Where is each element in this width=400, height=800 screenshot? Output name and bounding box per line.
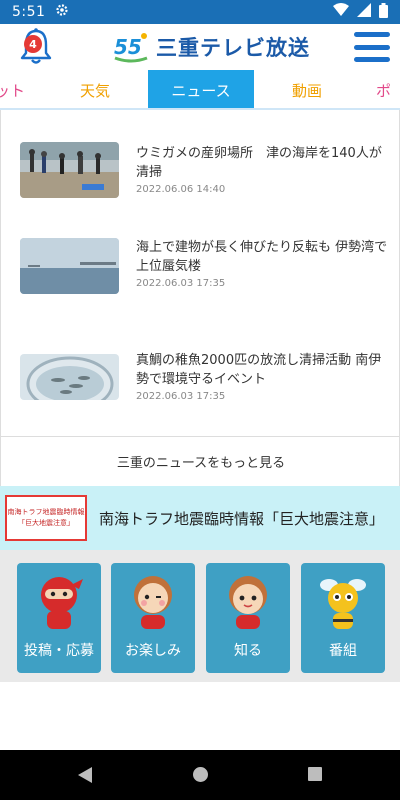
category-submit-button[interactable]: 投稿・応募 (17, 563, 101, 673)
status-bar: 5:51 (0, 0, 400, 24)
news-item[interactable]: 真鯛の稚魚2000匹の放流し清掃活動 南伊勢で環境守るイベント 2022.06.… (1, 334, 400, 424)
news-title: 真鯛の稚魚2000匹の放流し清掃活動 南伊勢で環境守るイベント (136, 353, 382, 387)
news-title: 海上で建物が長く伸びたり反転も 伊勢湾で上位蜃気楼 (136, 240, 388, 274)
tab-news[interactable]: ニュース (148, 70, 254, 108)
status-icons (333, 2, 388, 22)
system-navigation-bar (0, 750, 400, 800)
news-thumbnail-beach-cleanup (20, 142, 119, 198)
recent-apps-icon[interactable] (308, 767, 322, 781)
signal-icon (357, 3, 371, 21)
category-label: 番組 (329, 643, 357, 659)
news-date: 2022.06.03 17:35 (136, 278, 226, 289)
status-time: 5:51 (12, 4, 46, 20)
category-label: 知る (234, 643, 262, 659)
news-title: ウミガメの産卵場所 津の海岸を140人が清掃 (136, 146, 382, 180)
tab-partial-right[interactable]: ポ (376, 70, 400, 108)
tab-weather[interactable]: 天気 (42, 70, 148, 108)
category-label: 投稿・応募 (24, 643, 94, 659)
anniversary-55-logo: 55 (114, 33, 148, 63)
news-date: 2022.06.06 14:40 (136, 184, 226, 195)
menu-line-icon (354, 32, 390, 37)
news-thumbnail-sea-mirage (20, 238, 119, 294)
tab-video[interactable]: 動画 (254, 70, 360, 108)
battery-icon (379, 2, 388, 22)
news-date: 2022.06.03 17:35 (136, 391, 226, 402)
category-buttons: 投稿・応募 お楽しみ 知る 番組 (0, 550, 400, 682)
notification-badge: 4 (24, 35, 42, 53)
category-programs-button[interactable]: 番組 (301, 563, 385, 673)
settings-gear-icon (55, 3, 69, 21)
more-news-link[interactable]: 三重のニュースをもっと見る (1, 436, 400, 486)
news-item[interactable]: ウミガメの産卵場所 津の海岸を140人が清掃 2022.06.06 14:40 (1, 120, 400, 210)
alert-thumb-line1: 南海トラフ地震臨時情報 (7, 508, 85, 516)
empty-area (0, 682, 400, 750)
app-screen: 5:51 4 55 三重テレビ放送 ト 天気 ニュース 動画 ポ ウミガメの産卵… (0, 0, 400, 800)
news-item[interactable]: 海上で建物が長く伸びたり反転も 伊勢湾で上位蜃気楼 2022.06.03 17:… (1, 227, 400, 317)
category-fun-button[interactable]: お楽しみ (111, 563, 195, 673)
category-label: お楽しみ (125, 643, 181, 659)
logo-mark-text: 55 (114, 35, 142, 59)
ninja-mascot-icon (41, 577, 83, 629)
alert-thumbnail: 南海トラフ地震臨時情報 「巨大地震注意」 (5, 495, 87, 541)
category-tabs: ット 天気 ニュース 動画 ポ (0, 70, 400, 110)
alert-thumb-line2: 「巨大地震注意」 (18, 519, 74, 527)
news-thumbnail-fish-bucket (20, 354, 119, 400)
menu-line-icon (354, 44, 390, 50)
hamburger-menu-button[interactable] (352, 28, 392, 66)
alert-text: 南海トラフ地震臨時情報「巨大地震注意」 (99, 509, 385, 528)
back-icon[interactable] (78, 767, 92, 783)
home-icon[interactable] (193, 767, 208, 782)
station-logo[interactable]: 55 三重テレビ放送 (112, 29, 310, 65)
news-list: ウミガメの産卵場所 津の海岸を140人が清掃 2022.06.06 14:40 … (0, 110, 400, 486)
app-header: 4 55 三重テレビ放送 (0, 24, 400, 70)
logo-text: 三重テレビ放送 (156, 36, 310, 60)
bee-mascot-icon (320, 579, 366, 629)
girl-mascot-icon (134, 576, 172, 629)
earthquake-alert-banner[interactable]: 南海トラフ地震臨時情報 「巨大地震注意」 南海トラフ地震臨時情報「巨大地震注意」 (0, 486, 400, 550)
category-learn-button[interactable]: 知る (206, 563, 290, 673)
wifi-icon (333, 3, 349, 21)
notification-button[interactable]: 4 (18, 27, 54, 67)
boy-mascot-icon (229, 576, 267, 629)
menu-line-icon (354, 57, 390, 62)
tab-chat-partial[interactable]: ット (0, 70, 30, 108)
